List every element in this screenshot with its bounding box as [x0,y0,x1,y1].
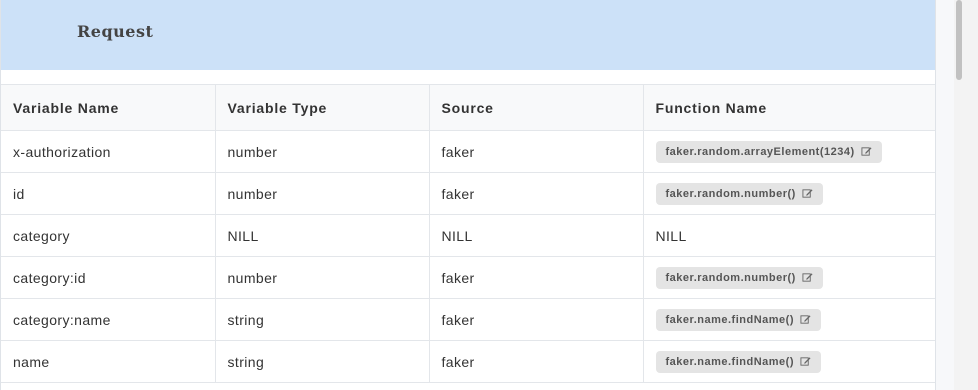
source-cell: faker [429,130,644,173]
table-row: name string faker faker.name.findName() [1,340,935,383]
function-chip[interactable]: faker.random.number() [655,182,823,205]
function-chip-label: faker.random.arrayElement(1234) [665,145,855,158]
variable-name-cell: category:name [1,298,216,341]
header-spacer [1,70,935,85]
variable-name-cell: category:id [1,256,216,299]
source-cell: faker [429,172,644,215]
edit-icon[interactable] [802,188,813,199]
source-cell: faker [429,298,644,341]
column-header-source[interactable]: Source [429,85,644,131]
scrollbar-thumb[interactable] [956,0,962,80]
function-chip[interactable]: faker.name.findName() [655,308,821,331]
page-background [936,0,954,390]
variable-type-cell: number [215,256,430,299]
function-chip-label: faker.name.findName() [665,355,794,368]
column-header-function-name[interactable]: Function Name [643,85,935,131]
function-chip-label: faker.random.number() [665,187,796,200]
source-cell: NILL [429,214,644,257]
variable-name-cell: id [1,172,216,215]
function-chip[interactable]: faker.random.number() [655,266,823,289]
function-name-cell: faker.random.number() [643,256,935,299]
request-header: Request [1,0,935,70]
function-name-cell: faker.name.findName() [643,298,935,341]
request-panel: Request Variable Name Variable Type Sour… [0,0,936,390]
function-name-cell: faker.random.arrayElement(1234) [643,130,935,173]
variable-type-cell: string [215,340,430,383]
function-chip-label: faker.name.findName() [665,313,794,326]
table-row: category:id number faker faker.random.numbe… [1,256,935,299]
table-row: category NILL NILL NILL [1,214,935,257]
edit-icon[interactable] [802,272,813,283]
source-cell: faker [429,340,644,383]
variable-type-cell: string [215,298,430,341]
variable-type-cell: number [215,130,430,173]
variables-table: Variable Name Variable Type Source Funct… [1,85,935,383]
variable-name-cell: x-authorization [1,130,216,173]
variable-type-cell: NILL [215,214,430,257]
column-header-variable-name[interactable]: Variable Name [1,85,216,131]
function-name-text: NILL [655,227,687,244]
edit-icon[interactable] [800,356,811,367]
variable-type-cell: number [215,172,430,215]
edit-icon[interactable] [800,314,811,325]
function-chip[interactable]: faker.random.arrayElement(1234) [655,140,882,163]
edit-icon[interactable] [861,146,872,157]
table-header-row: Variable Name Variable Type Source Funct… [1,85,935,131]
variable-name-cell: name [1,340,216,383]
table-row: x-authorization number faker faker.random.a… [1,130,935,173]
function-name-cell: NILL [643,214,935,257]
function-name-cell: faker.random.number() [643,172,935,215]
column-header-variable-type[interactable]: Variable Type [215,85,430,131]
table-row: category:name string faker faker.name.findN… [1,298,935,341]
function-name-cell: faker.name.findName() [643,340,935,383]
function-chip-label: faker.random.number() [665,271,796,284]
variable-name-cell: category [1,214,216,257]
source-cell: faker [429,256,644,299]
request-title: Request [77,22,154,41]
table-row: id number faker faker.random.number() [1,172,935,215]
function-chip[interactable]: faker.name.findName() [655,350,821,373]
